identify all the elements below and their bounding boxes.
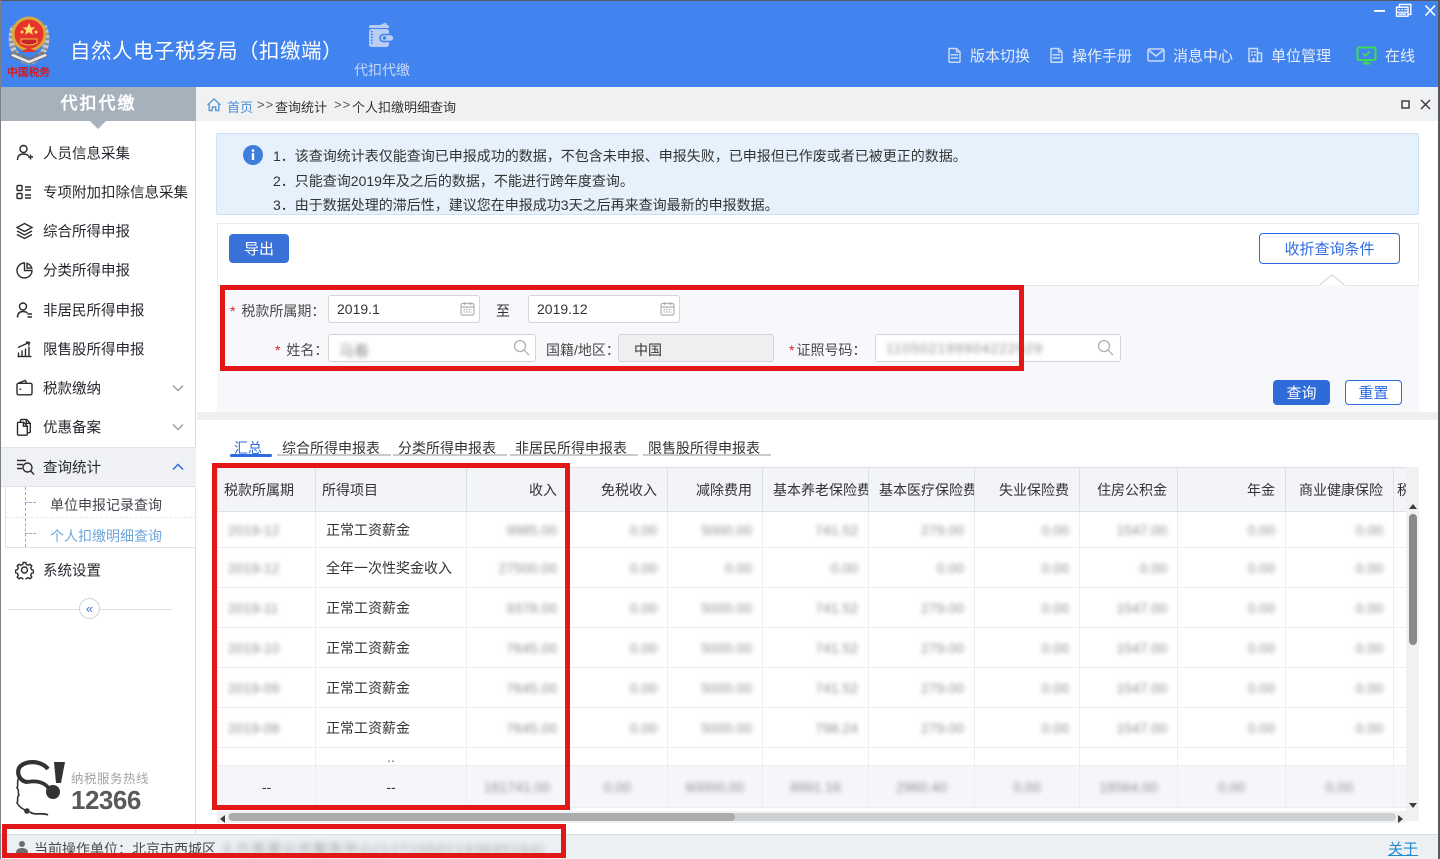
svg-text:中国税务: 中国税务 [7,66,51,79]
